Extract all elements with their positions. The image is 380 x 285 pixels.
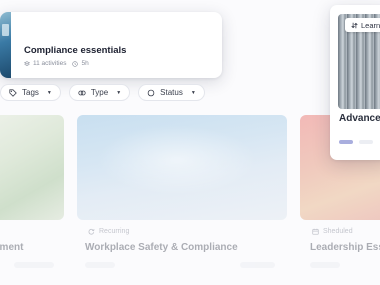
- duration: 5h: [72, 60, 89, 67]
- filter-tags-label: Tags: [22, 88, 39, 97]
- gallery-card-meta-label: Recurring: [99, 228, 130, 235]
- activities-count: 11 activities: [24, 60, 66, 67]
- learn-badge-label: Learn: [361, 20, 380, 30]
- recurring-icon: [88, 228, 95, 235]
- duration-label: 5h: [81, 60, 89, 67]
- gallery-card-meta-label: Sheduled: [323, 228, 353, 235]
- filter-bar: Tags ▼ Type ▼ Status ▼: [0, 84, 205, 101]
- transfer-icon: [351, 22, 358, 28]
- gallery-card-subline: [14, 262, 54, 268]
- calendar-icon: [312, 228, 319, 235]
- course-meta: 11 activities 5h: [24, 60, 89, 67]
- filter-status[interactable]: Status ▼: [138, 84, 205, 101]
- popover-title: Advance: [339, 113, 380, 124]
- tag-icon: [9, 88, 17, 97]
- gallery-card-title: Workplace Safety & Compliance: [85, 242, 238, 253]
- type-icon: [78, 90, 86, 95]
- gallery-card-image[interactable]: [77, 115, 287, 220]
- status-circle-icon: [147, 89, 155, 96]
- page: Compliance essentials 11 activities 5h T…: [0, 0, 380, 285]
- gallery-card-meta: Recurring: [88, 228, 129, 235]
- layers-icon: [24, 60, 30, 66]
- gallery-card-subline: [240, 262, 275, 268]
- gallery-card-title: Leadership Esse: [310, 242, 380, 253]
- course-thumbnail: [0, 12, 11, 78]
- gallery-card-meta: Sheduled: [312, 228, 353, 235]
- chevron-down-icon: ▼: [46, 89, 52, 96]
- filter-type-label: Type: [90, 88, 109, 97]
- course-card-compliance-essentials[interactable]: Compliance essentials 11 activities 5h: [0, 12, 222, 78]
- filter-tags[interactable]: Tags ▼: [0, 84, 61, 101]
- activities-label: 11 activities: [33, 60, 67, 67]
- clock-icon: [72, 60, 79, 67]
- gallery-card-title: ement: [0, 242, 24, 253]
- progress-segment-empty: [359, 140, 373, 144]
- chevron-down-icon: ▼: [116, 89, 122, 96]
- filter-status-label: Status: [160, 88, 183, 97]
- gallery-card-image[interactable]: [0, 115, 64, 220]
- gallery-card-subline: [310, 262, 340, 268]
- learn-badge: Learn: [345, 18, 380, 32]
- progress-segment-filled: [339, 140, 353, 144]
- course-title: Compliance essentials: [24, 45, 127, 56]
- chevron-down-icon: ▼: [190, 89, 196, 96]
- filter-type[interactable]: Type ▼: [68, 84, 131, 101]
- gallery-card-subline: [85, 262, 115, 268]
